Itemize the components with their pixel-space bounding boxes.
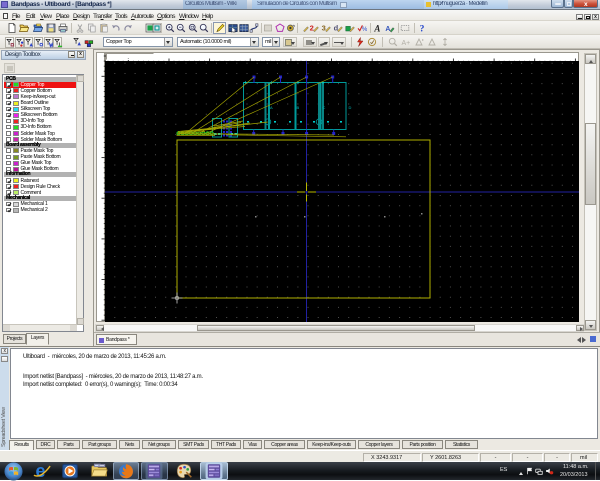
svg-text:A+: A+	[402, 40, 411, 47]
svg-text:A: A	[385, 26, 390, 33]
svg-text:D: D	[349, 105, 352, 110]
svg-text:e: e	[35, 462, 45, 480]
svg-text:?: ?	[419, 25, 424, 33]
svg-text:B: B	[297, 105, 300, 110]
svg-text:%: %	[362, 27, 367, 33]
svg-text:A: A	[270, 105, 273, 110]
svg-text:C: C	[323, 105, 326, 110]
svg-text:3: 3	[322, 24, 326, 33]
svg-text:A: A	[373, 23, 380, 33]
svg-text:2: 2	[310, 24, 314, 33]
